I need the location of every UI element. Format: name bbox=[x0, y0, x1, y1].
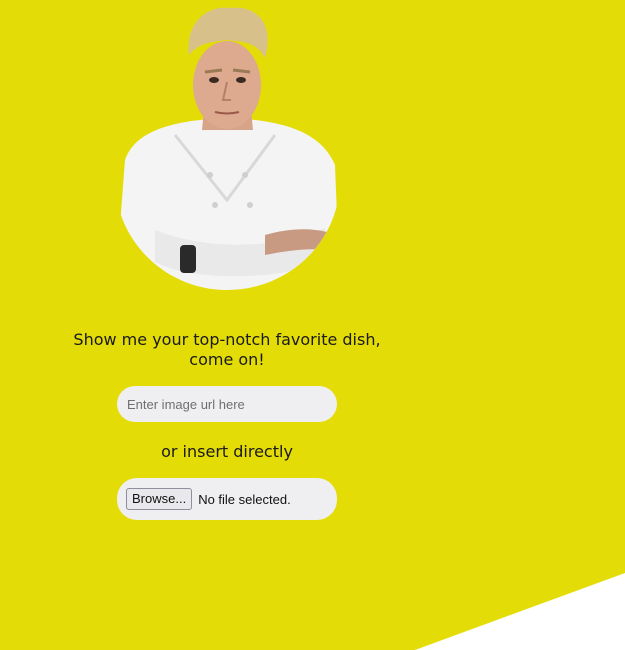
prompt-text: Show me your top-notch favorite dish, co… bbox=[73, 330, 381, 369]
chef-portrait-image bbox=[115, 7, 340, 290]
file-input[interactable]: Browse... No file selected. bbox=[117, 478, 337, 520]
page: Show me your top-notch favorite dish, co… bbox=[0, 0, 625, 650]
image-url-input[interactable] bbox=[117, 386, 337, 422]
or-insert-directly-text: or insert directly bbox=[161, 442, 293, 461]
file-status-text: No file selected. bbox=[198, 491, 291, 507]
browse-button[interactable]: Browse... bbox=[126, 488, 193, 510]
